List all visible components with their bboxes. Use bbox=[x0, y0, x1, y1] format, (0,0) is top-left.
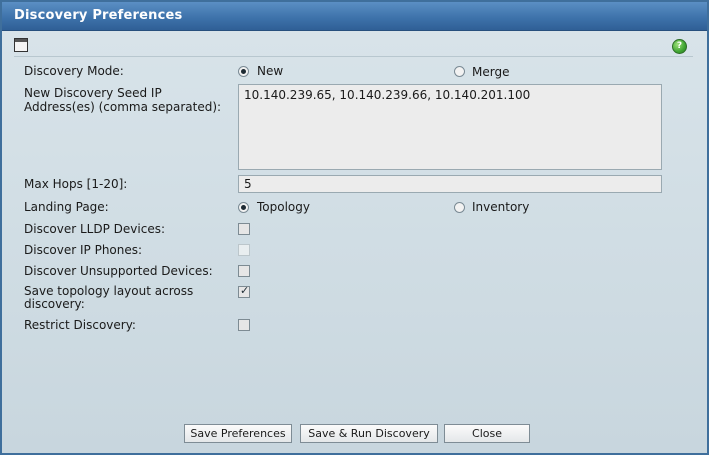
help-icon[interactable]: ? bbox=[672, 39, 687, 54]
seed-ip-textarea[interactable]: 10.140.239.65, 10.140.239.66, 10.140.201… bbox=[238, 84, 662, 170]
landing-page-topology-label[interactable]: Topology bbox=[257, 200, 310, 214]
toolbar bbox=[14, 34, 693, 57]
ip-phones-checkbox[interactable] bbox=[238, 244, 250, 256]
save-layout-label-line1: Save topology layout across bbox=[24, 284, 194, 298]
discovery-mode-label: Discovery Mode: bbox=[24, 64, 124, 78]
restrict-discovery-label: Restrict Discovery: bbox=[24, 318, 136, 332]
save-layout-checkbox[interactable] bbox=[238, 284, 250, 298]
lldp-label: Discover LLDP Devices: bbox=[24, 222, 165, 236]
landing-page-topology-radio[interactable] bbox=[238, 202, 249, 213]
window-title: Discovery Preferences bbox=[14, 8, 183, 23]
landing-page-inventory-radio[interactable] bbox=[454, 202, 465, 213]
landing-page-inventory-label[interactable]: Inventory bbox=[472, 200, 529, 214]
save-run-discovery-button[interactable]: Save & Run Discovery bbox=[300, 424, 438, 443]
landing-page-label: Landing Page: bbox=[24, 200, 109, 214]
seed-ip-label-line2: Address(es) (comma separated): bbox=[24, 100, 222, 114]
save-layout-label-line2: discovery: bbox=[24, 297, 85, 311]
close-button[interactable]: Close bbox=[444, 424, 530, 443]
unsupported-devices-label: Discover Unsupported Devices: bbox=[24, 264, 213, 278]
discovery-mode-new-label[interactable]: New bbox=[257, 64, 283, 78]
restrict-discovery-checkbox[interactable] bbox=[238, 319, 250, 331]
title-bar: Discovery Preferences bbox=[2, 2, 707, 31]
discovery-preferences-window: Discovery Preferences ? Discovery Mode: … bbox=[0, 0, 709, 455]
save-preferences-button[interactable]: Save Preferences bbox=[184, 424, 292, 443]
max-hops-input[interactable]: 5 bbox=[238, 175, 662, 193]
unsupported-devices-checkbox[interactable] bbox=[238, 265, 250, 277]
document-icon[interactable] bbox=[14, 38, 28, 52]
seed-ip-label-line1: New Discovery Seed IP bbox=[24, 86, 162, 100]
ip-phones-label: Discover IP Phones: bbox=[24, 243, 143, 257]
discovery-mode-merge-label[interactable]: Merge bbox=[472, 65, 509, 79]
max-hops-label: Max Hops [1-20]: bbox=[24, 177, 128, 191]
lldp-checkbox[interactable] bbox=[238, 223, 250, 235]
discovery-mode-merge-radio[interactable] bbox=[454, 66, 465, 77]
discovery-mode-new-radio[interactable] bbox=[238, 66, 249, 77]
